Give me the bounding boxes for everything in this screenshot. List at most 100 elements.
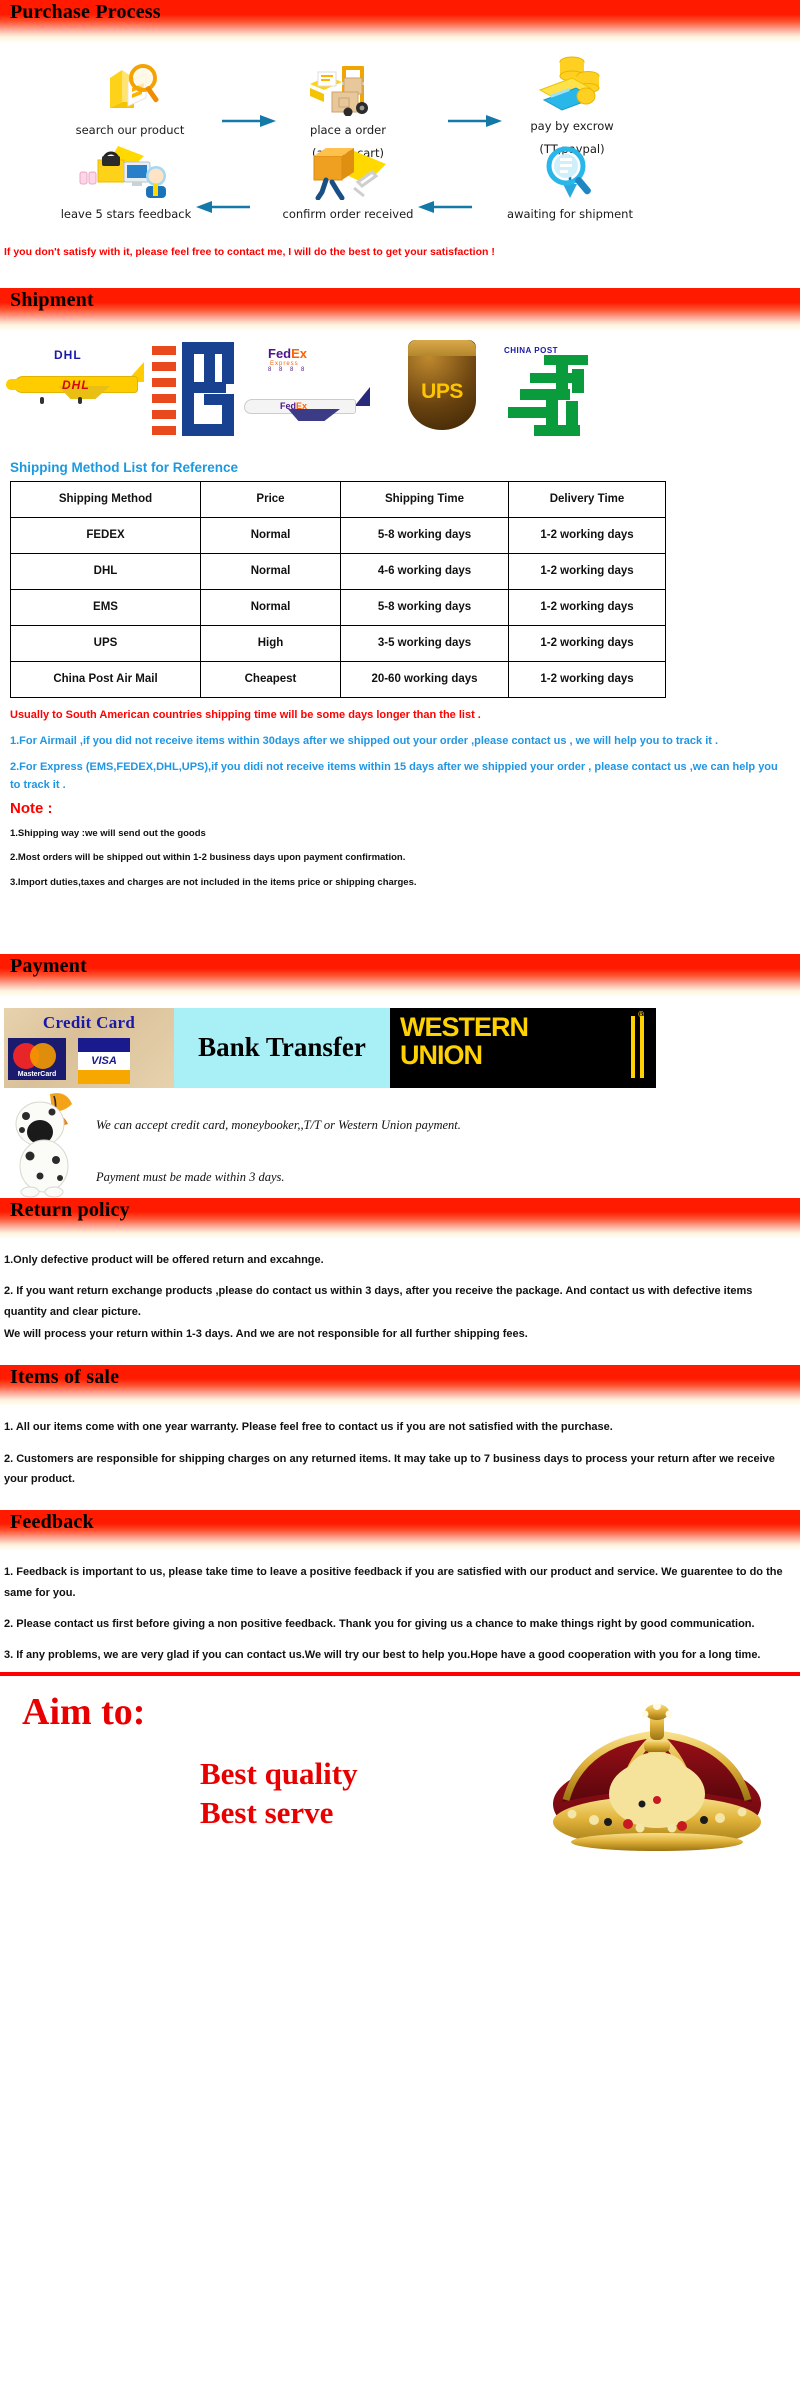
ups-shield-icon: UPS: [408, 340, 476, 430]
magnifier-product-icon: [40, 58, 220, 116]
flow-step-label: confirm order received: [282, 207, 414, 221]
column-header: Delivery Time: [508, 481, 666, 518]
shipping-note-2: 2.Most orders will be shipped out within…: [10, 852, 406, 864]
shipping-note-3: 3.Import duties,taxes and charges are no…: [10, 876, 417, 888]
mastercard-icon: MasterCard: [8, 1037, 66, 1080]
table-cell: 3-5 working days: [340, 625, 509, 662]
credit-card-label: Credit Card: [42, 1012, 136, 1032]
bank-transfer-logo: Bank Transfer: [174, 1007, 390, 1088]
visa-icon: VISA: [78, 1037, 130, 1084]
table-cell: 1-2 working days: [508, 517, 666, 554]
section-title-shipment: Shipment: [10, 289, 94, 311]
return-policy-text: 1.Only defective product will be offered…: [4, 1250, 784, 1344]
table-cell: FEDEX: [10, 517, 201, 554]
table-cell: EMS: [10, 589, 201, 626]
purchase-footer-note: If you don't satisfy with it, please fee…: [4, 246, 495, 258]
payment-deadline-text: Payment must be made within 3 days.: [96, 1169, 285, 1184]
flow-step-confirm: confirm order received: [258, 142, 438, 223]
section-title-payment: Payment: [10, 954, 87, 977]
table-cell: 20-60 working days: [340, 661, 509, 698]
dalmatian-butterfly-icon: [10, 1090, 80, 1198]
table-row: UPS High 3-5 working days 1-2 working da…: [10, 625, 666, 662]
dhl-plane-icon: DHL: [6, 362, 146, 406]
payment-text-block: We can accept credit card, moneybooker,,…: [0, 1088, 800, 1198]
table-row: China Post Air Mail Cheapest 20-60 worki…: [10, 661, 666, 698]
section-title-items: Items of sale: [10, 1366, 120, 1389]
table-header-row: Shipping Method Price Shipping Time Deli…: [10, 481, 666, 518]
product-description-page: Purchase Process search our product plac…: [0, 0, 800, 1866]
table-cell: Normal: [200, 553, 341, 590]
section-banner-feedback: Feedback: [0, 1510, 800, 1551]
western-union-logo: ® WESTERN UNION: [390, 1007, 656, 1088]
flow-step-label: pay by excrow: [530, 119, 614, 133]
feedback-item-1: 1. Feedback is important to us, please t…: [4, 1566, 783, 1599]
aim-label: Aim to:: [22, 1690, 146, 1733]
shipping-blue-note-1: 1.For Airmail ,if you did not receive it…: [10, 734, 719, 747]
crown-icon: [532, 1701, 782, 1854]
dhl-logo: DHL DHL: [6, 348, 146, 406]
china-post-mark-icon: [508, 355, 588, 436]
feedback-stars-icon: [36, 142, 216, 200]
column-header: Shipping Method: [10, 481, 201, 518]
flow-step-label: awaiting for shipment: [507, 207, 633, 221]
western-union-bars-icon: [626, 1015, 644, 1083]
payment-logos: Credit Card MasterCard VISA Bank Transfe…: [0, 1007, 800, 1088]
shipping-table-heading: Shipping Method List for Reference: [10, 460, 239, 475]
slogan-serve: Best serve: [200, 1795, 334, 1831]
section-banner-payment: Payment: [0, 953, 800, 996]
carrier-logos: DHL DHL FedEx Express 8 8 8 8 FedEx UPS …: [0, 330, 800, 450]
section-banner-return: Return policy: [0, 1197, 800, 1238]
visa-label: VISA: [78, 1051, 130, 1070]
section-banner-purchase: Purchase Process: [0, 0, 800, 42]
purchase-flow-diagram: search our product place a order cart) p…: [0, 42, 800, 242]
flow-step-label: leave 5 stars feedback: [60, 207, 192, 221]
shipping-red-note: Usually to South American countries ship…: [10, 709, 481, 721]
slogan-quality: Best quality: [200, 1755, 358, 1791]
table-row: DHL Normal 4-6 working days 1-2 working …: [10, 553, 666, 590]
return-policy-item-2: 2. If you want return exchange products …: [4, 1285, 753, 1318]
bank-transfer-label: Bank Transfer: [198, 1032, 366, 1063]
table-cell: Cheapest: [200, 661, 341, 698]
feedback-item-3: 3. If any problems, we are very glad if …: [4, 1649, 761, 1662]
feedback-text: 1. Feedback is important to us, please t…: [4, 1562, 784, 1665]
china-post-logo: CHINA POST: [500, 346, 596, 444]
items-of-sale-item-2: 2. Customers are responsible for shippin…: [4, 1452, 775, 1485]
table-cell: 1-2 working days: [508, 589, 666, 626]
items-of-sale-item-1: 1. All our items come with one year warr…: [4, 1421, 613, 1434]
shipping-blue-note-2: 2.For Express (EMS,FEDEX,DHL,UPS),if you…: [10, 761, 778, 791]
table-cell: UPS: [10, 625, 201, 662]
shipping-method-table: Shipping Method Price Shipping Time Deli…: [10, 481, 666, 698]
fedex-code: 8 8 8 8: [268, 367, 308, 373]
section-banner-shipment: Shipment: [0, 288, 800, 330]
section-title-feedback: Feedback: [10, 1511, 94, 1534]
flow-step-label: search our product: [75, 123, 185, 137]
section-title-purchase: Purchase Process: [10, 1, 161, 23]
table-cell: 5-8 working days: [340, 589, 509, 626]
delivery-confirm-icon: [258, 142, 438, 200]
table-cell: 1-2 working days: [508, 661, 666, 698]
credit-card-logo: Credit Card MasterCard VISA: [4, 1007, 174, 1088]
return-policy-item-1: 1.Only defective product will be offered…: [4, 1253, 324, 1266]
feedback-item-2: 2. Please contact us first before giving…: [4, 1617, 755, 1630]
section-banner-items: Items of sale: [0, 1365, 800, 1406]
flow-step-search: search our product: [40, 58, 220, 139]
return-policy-item-3: We will process your return within 1-3 d…: [4, 1327, 528, 1340]
table-row: EMS Normal 5-8 working days 1-2 working …: [10, 589, 666, 626]
fedex-wordmark: FedEx: [268, 346, 308, 361]
shipping-table-section: Shipping Method List for Reference Shipp…: [0, 460, 800, 890]
items-of-sale-text: 1. All our items come with one year warr…: [4, 1417, 784, 1489]
slogan-lines: Best quality Best serve: [200, 1754, 358, 1833]
column-header: Price: [200, 481, 341, 518]
shipment-wait-icon: [480, 142, 660, 200]
table-cell: 4-6 working days: [340, 553, 509, 590]
column-header: Shipping Time: [340, 481, 509, 518]
ems-logo: [152, 340, 236, 445]
shipping-note-1: 1.Shipping way :we will send out the goo…: [10, 828, 206, 840]
dhl-wordmark: DHL: [54, 348, 82, 362]
table-cell: Normal: [200, 589, 341, 626]
cart-boxes-icon: [258, 58, 438, 116]
